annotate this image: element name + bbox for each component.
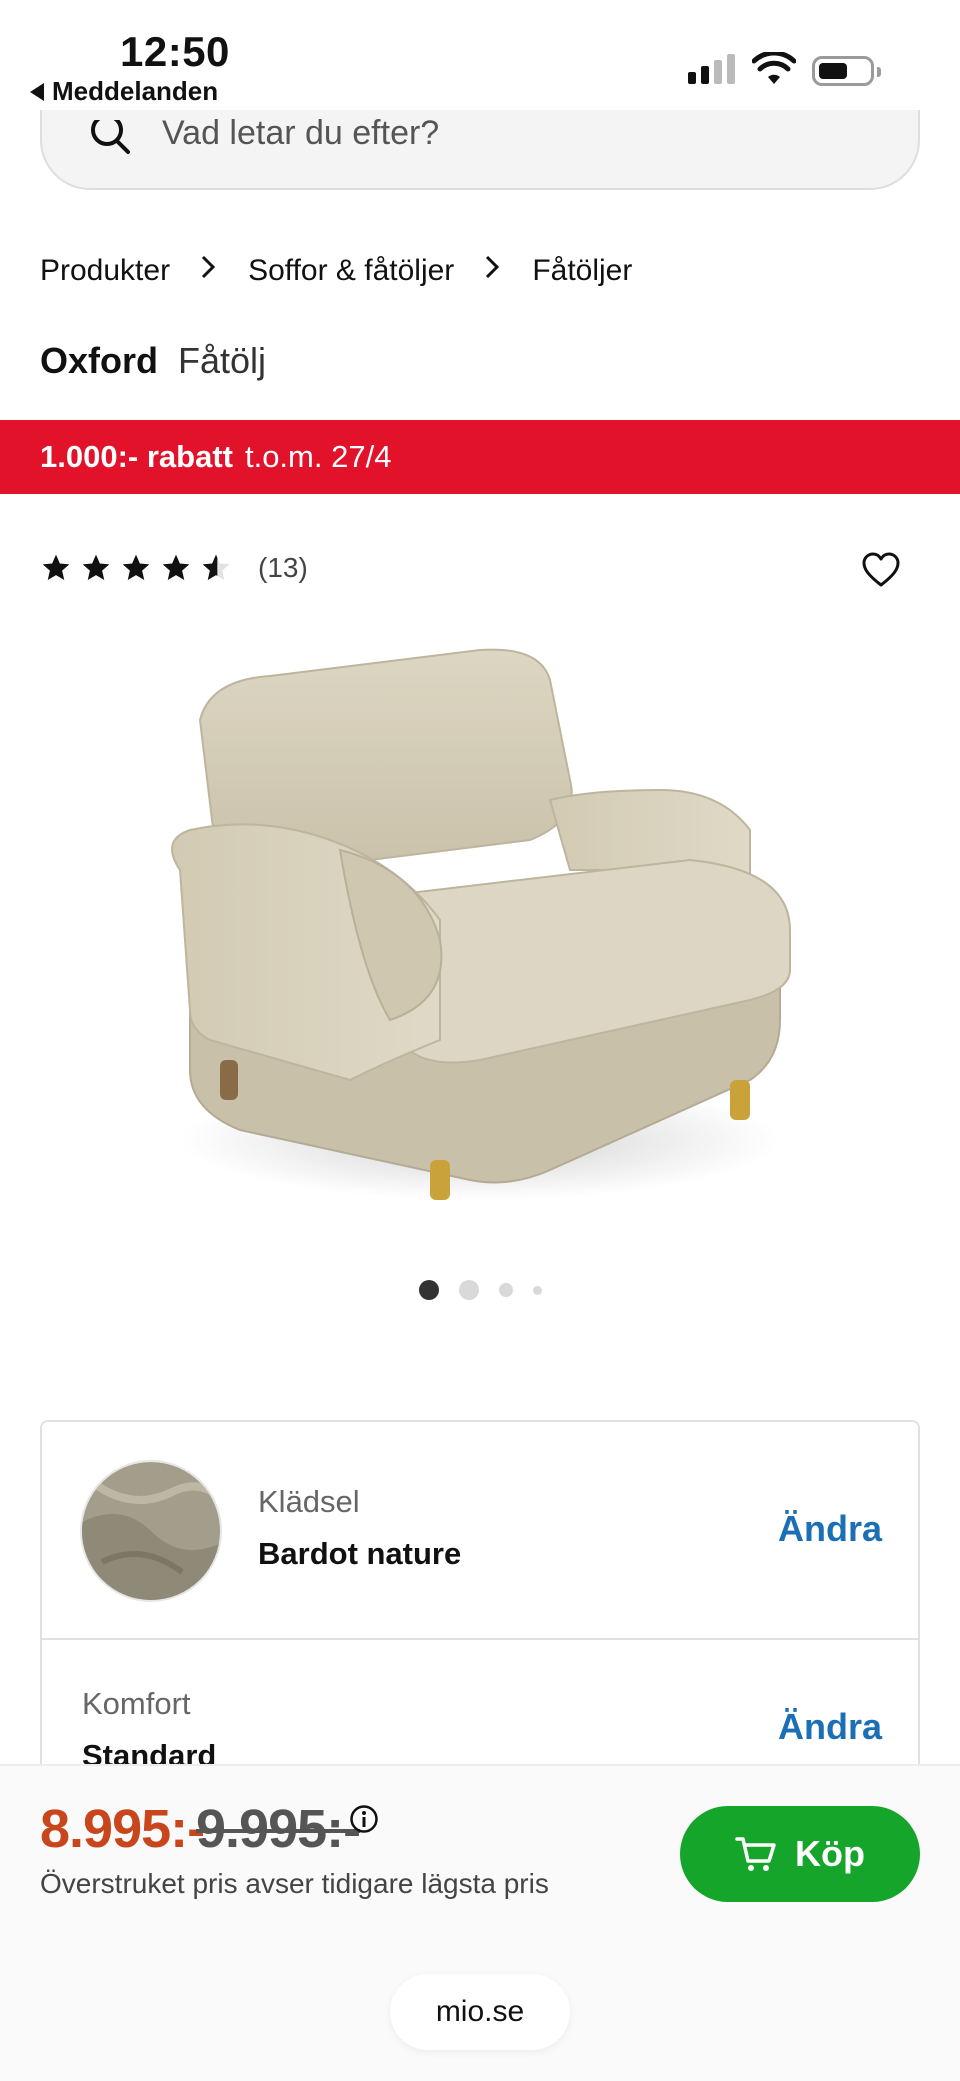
carousel-dots[interactable] bbox=[0, 1280, 960, 1300]
rating-stars bbox=[40, 552, 232, 584]
review-count: (13) bbox=[258, 552, 308, 583]
promo-validity: t.o.m. 27/4 bbox=[244, 439, 392, 474]
chevron-right-icon bbox=[484, 254, 500, 288]
battery-icon bbox=[812, 56, 881, 86]
wifi-icon bbox=[752, 52, 796, 84]
buy-bar: 8.995:- 9.995:- Överstruket pris avser t… bbox=[0, 1764, 960, 2081]
comfort-label: Komfort bbox=[82, 1686, 191, 1721]
browser-url-bar[interactable]: mio.se bbox=[390, 1974, 570, 2050]
rating[interactable]: (13) bbox=[40, 552, 308, 584]
upholstery-label: Klädsel bbox=[258, 1484, 360, 1519]
back-app-label: Meddelanden bbox=[52, 76, 219, 106]
star-icon bbox=[42, 554, 70, 580]
breadcrumb-item-produkter[interactable]: Produkter bbox=[40, 254, 170, 288]
breadcrumb-item-fatoljer[interactable]: Fåtöljer bbox=[532, 254, 632, 288]
product-type: Fåtölj bbox=[178, 340, 267, 381]
favorite-heart-icon[interactable] bbox=[862, 552, 900, 588]
change-upholstery-button[interactable]: Ändra bbox=[778, 1508, 882, 1550]
buy-button[interactable]: Köp bbox=[680, 1806, 920, 1902]
search-icon bbox=[91, 120, 130, 154]
star-icon bbox=[162, 554, 190, 580]
change-comfort-button[interactable]: Ändra bbox=[778, 1706, 882, 1748]
status-bar: 12:50 Meddelanden bbox=[0, 0, 960, 110]
breadcrumb: Produkter Soffor & fåtöljer Fåtöljer bbox=[40, 254, 632, 288]
half-star-icon bbox=[202, 554, 230, 580]
fabric-swatch bbox=[80, 1460, 222, 1602]
chevron-right-icon bbox=[200, 254, 216, 288]
current-price: 8.995:- bbox=[40, 1799, 205, 1859]
browser-url: mio.se bbox=[435, 1995, 525, 2028]
carousel-dot[interactable] bbox=[458, 1280, 479, 1300]
old-price: 9.995:- bbox=[196, 1799, 361, 1859]
carousel-dot-active[interactable] bbox=[418, 1280, 439, 1300]
price-note: Överstruket pris avser tidigare lägsta p… bbox=[40, 1868, 549, 1899]
buy-button-label: Köp bbox=[795, 1833, 865, 1874]
info-icon[interactable] bbox=[349, 1804, 379, 1834]
product-image-armchair[interactable] bbox=[150, 640, 810, 1220]
search-input[interactable]: Vad letar du efter? bbox=[162, 114, 439, 153]
upholstery-value: Bardot nature bbox=[258, 1536, 462, 1571]
breadcrumb-item-soffor[interactable]: Soffor & fåtöljer bbox=[248, 254, 454, 288]
cellular-signal-icon bbox=[688, 54, 735, 84]
configuration-card: Klädsel Bardot nature Ändra Komfort Stan… bbox=[40, 1420, 920, 1820]
back-arrow-icon bbox=[30, 82, 44, 101]
carousel-dot[interactable] bbox=[498, 1283, 513, 1297]
product-title: Oxford Fåtölj bbox=[40, 340, 266, 382]
product-brand: Oxford bbox=[40, 340, 159, 381]
cart-icon bbox=[735, 1837, 776, 1871]
promo-discount: 1.000:- rabatt bbox=[40, 439, 233, 474]
star-icon bbox=[122, 554, 150, 580]
back-to-app-link[interactable]: Meddelanden bbox=[30, 76, 218, 107]
star-icon bbox=[82, 554, 110, 580]
option-upholstery[interactable]: Klädsel Bardot nature Ändra bbox=[42, 1422, 918, 1640]
status-time: 12:50 bbox=[120, 28, 230, 75]
promo-banner: 1.000:- rabatt t.o.m. 27/4 bbox=[0, 420, 960, 494]
carousel-dot[interactable] bbox=[532, 1285, 542, 1295]
